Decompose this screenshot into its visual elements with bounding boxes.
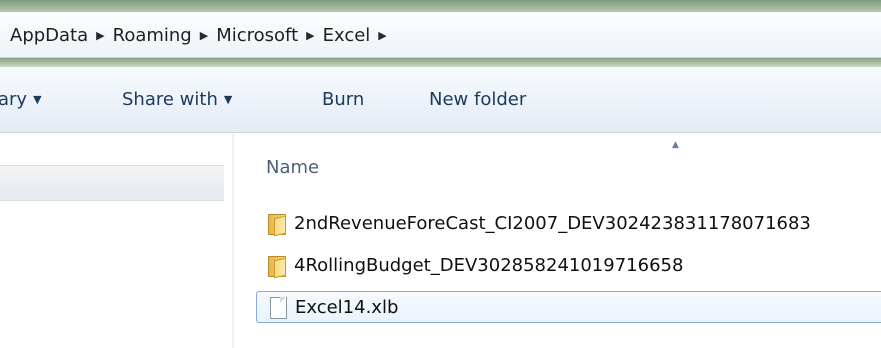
include-in-library-label: ary — [0, 89, 28, 110]
dropdown-arrow-icon: ▼ — [223, 93, 233, 106]
window-frame-strip — [0, 0, 881, 12]
new-folder-button[interactable]: New folder — [429, 89, 526, 110]
breadcrumb-item-excel[interactable]: Excel — [319, 25, 375, 46]
column-header-name[interactable]: Name — [266, 157, 319, 178]
chevron-right-icon[interactable]: ▶ — [92, 29, 108, 42]
dropdown-arrow-icon: ▼ — [33, 93, 42, 106]
file-list: ▲ Name 2ndRevenueForeCast_CI2007_DEV3024… — [234, 133, 881, 348]
list-item-selected[interactable]: Excel14.xlb — [256, 291, 881, 323]
chevron-right-icon[interactable]: ▶ — [374, 29, 390, 42]
chevron-right-icon[interactable]: ▶ — [302, 29, 318, 42]
share-with-label: Share with — [122, 89, 218, 110]
nav-item-selected[interactable] — [0, 165, 224, 201]
breadcrumb: AppData ▶ Roaming ▶ Microsoft ▶ Excel ▶ — [6, 22, 391, 48]
address-bar-divider — [0, 58, 881, 67]
folder-icon — [266, 254, 288, 279]
folder-icon — [266, 212, 288, 237]
chevron-right-icon[interactable]: ▶ — [196, 29, 212, 42]
breadcrumb-item-roaming[interactable]: Roaming — [109, 25, 196, 46]
file-name: 2ndRevenueForeCast_CI2007_DEV30242383117… — [294, 212, 811, 234]
share-with-button[interactable]: Share with ▼ — [122, 89, 232, 110]
breadcrumb-item-appdata[interactable]: AppData — [6, 25, 92, 46]
file-icon — [267, 296, 289, 319]
list-item[interactable]: 2ndRevenueForeCast_CI2007_DEV30242383117… — [256, 209, 881, 237]
command-bar: ary ▼ Share with ▼ Burn New folder — [0, 67, 881, 133]
address-bar[interactable]: AppData ▶ Roaming ▶ Microsoft ▶ Excel ▶ — [0, 12, 881, 58]
file-name: 4RollingBudget_DEV302858241019716658 — [294, 254, 684, 276]
file-name: Excel14.xlb — [295, 296, 399, 318]
burn-button[interactable]: Burn — [322, 89, 364, 110]
navigation-pane[interactable] — [0, 133, 232, 348]
breadcrumb-item-microsoft[interactable]: Microsoft — [212, 25, 302, 46]
sort-ascending-icon: ▲ — [672, 140, 679, 150]
list-item[interactable]: 4RollingBudget_DEV302858241019716658 — [256, 251, 881, 279]
include-in-library-button[interactable]: ary ▼ — [0, 89, 42, 110]
